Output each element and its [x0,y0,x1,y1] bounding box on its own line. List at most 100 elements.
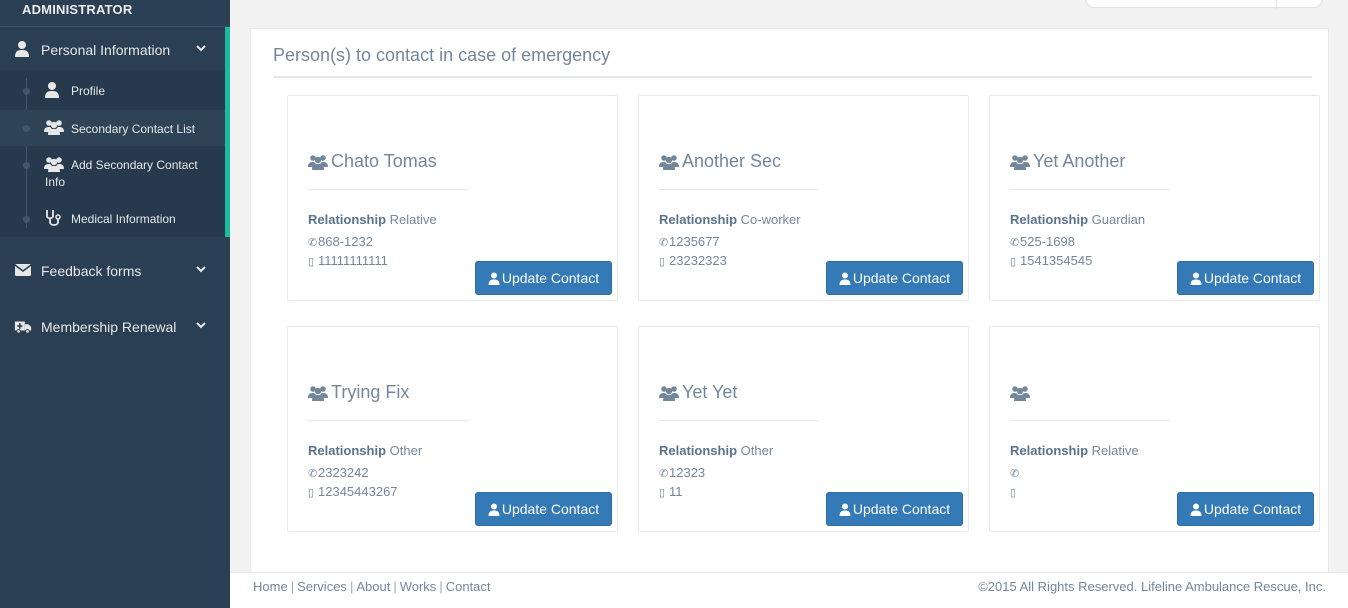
contact-phone: ✆1235677 [659,234,720,249]
update-contact-label: Update Contact [501,501,600,517]
submenu-item-profile[interactable]: Profile [0,82,225,103]
relationship-value: Relative [1091,443,1139,458]
sidebar-item-label: Membership Renewal [41,319,177,335]
contact-relationship: Relationship Guardian [1010,212,1145,227]
contact-card: Trying Fix Relationship Other ✆2323242 ▯… [287,326,618,532]
contact-mobile: ▯ [1010,484,1020,499]
users-icon [308,386,328,401]
sidebar-item-label: Personal Information [41,42,171,58]
update-contact-label: Update Contact [501,270,600,286]
contact-mobile: ▯ 23232323 [659,253,727,268]
contact-relationship: Relationship Relative [1010,443,1139,458]
relationship-label: Relationship [1010,212,1089,227]
relationship-value: Relative [389,212,437,227]
user-icon [488,503,500,516]
contact-relationship: Relationship Relative [308,212,437,227]
update-contact-label: Update Contact [852,501,951,517]
active-indicator [225,27,230,237]
contact-name: Trying Fix [331,382,410,402]
contact-mobile: ▯ 11 [659,484,683,499]
footer-link-contact[interactable]: Contact [446,579,491,594]
copyright-text: ©2015 All Rights Reserved. Lifeline Ambu… [978,579,1326,594]
user-icon [15,41,29,57]
sidebar-divider [0,26,230,27]
card-divider [308,189,468,190]
user-icon [488,272,500,285]
update-contact-button[interactable]: Update Contact [475,261,612,295]
contact-relationship: Relationship Co-worker [659,212,801,227]
contact-card: Yet Another Relationship Guardian ✆525-1… [989,95,1320,301]
sidebar: ADMINISTRATOR Personal Information Profi… [0,0,230,608]
phone-value: 12323 [669,465,706,480]
update-contact-label: Update Contact [852,270,951,286]
top-search-box[interactable] [1085,0,1323,9]
mobile-value: 1541354545 [1020,253,1093,268]
update-contact-button[interactable]: Update Contact [826,492,963,526]
user-icon [1190,272,1202,285]
footer-link-services[interactable]: Services [297,579,347,594]
footer-links: Home | Services | About | Works | Contact [253,579,491,594]
envelope-icon [14,264,32,276]
update-contact-button[interactable]: Update Contact [1177,261,1314,295]
submenu-item-secondary-contact-list[interactable]: Secondary Contact List [0,110,225,146]
update-contact-button[interactable]: Update Contact [1177,492,1314,526]
phone-value: 525-1698 [1020,234,1075,249]
bullet-dot [23,162,30,169]
contact-name: Yet Yet [682,382,738,402]
relationship-value: Guardian [1091,212,1146,227]
panel-title: Person(s) to contact in case of emergenc… [273,45,611,65]
emergency-contacts-panel: Person(s) to contact in case of emergenc… [250,28,1329,573]
footer: Home | Services | About | Works | Contact ©2015 … [230,572,1348,608]
users-icon [659,386,679,401]
relationship-label: Relationship [659,443,738,458]
contact-mobile: ▯ 11111111111 [308,253,388,268]
phone-icon: ✆ [659,237,669,249]
phone-icon: ✆ [1010,468,1020,480]
user-icon [45,82,59,98]
card-divider [1010,420,1170,421]
users-icon [44,157,64,172]
mobile-value: 23232323 [669,253,727,268]
contact-mobile: ▯ 1541354545 [1010,253,1092,268]
contact-relationship: Relationship Other [308,443,422,458]
mobile-icon: ▯ [1010,487,1017,499]
mobile-icon: ▯ [1010,256,1017,268]
mobile-value: 11 [669,484,683,499]
mobile-value: 11111111111 [318,253,388,268]
sidebar-item-personal-information[interactable]: Personal Information [0,40,230,60]
contact-phone: ✆2323242 [308,465,369,480]
submenu-item-label: Medical Information [71,212,176,226]
sidebar-item-feedback-forms[interactable]: Feedback forms [0,261,230,281]
update-contact-button[interactable]: Update Contact [826,261,963,295]
users-icon [308,155,328,170]
chevron-down-icon [196,45,206,52]
users-icon [1010,155,1030,170]
users-icon [44,120,64,135]
sidebar-item-label: Feedback forms [41,263,142,279]
contact-name: Chato Tomas [331,151,437,171]
relationship-value: Other [740,443,774,458]
users-icon [1010,386,1030,401]
phone-value: 868-1232 [318,234,373,249]
relationship-label: Relationship [659,212,738,227]
relationship-label: Relationship [308,443,387,458]
user-role: ADMINISTRATOR [22,2,133,17]
user-icon [1190,503,1202,516]
submenu-item-label: Secondary Contact List [71,122,196,136]
relationship-label: Relationship [308,212,387,227]
phone-icon: ✆ [659,468,669,480]
mobile-icon: ▯ [308,487,315,499]
footer-link-home[interactable]: Home [253,579,288,594]
submenu-item-label: Add Secondary Contact [71,158,198,172]
submenu-item-medical-information[interactable]: Medical Information [0,210,225,231]
contact-name: Yet Another [1033,151,1126,171]
footer-link-about[interactable]: About [356,579,390,594]
update-contact-button[interactable]: Update Contact [475,492,612,526]
contact-card: Another Sec Relationship Co-worker ✆1235… [638,95,969,301]
sidebar-item-membership-renewal[interactable]: Membership Renewal [0,317,230,337]
chevron-down-icon [196,322,206,329]
submenu-item-add-secondary-contact[interactable]: Add Secondary Contact Info [0,157,225,191]
chevron-down-icon [196,266,206,273]
footer-link-works[interactable]: Works [400,579,437,594]
update-contact-label: Update Contact [1203,501,1302,517]
